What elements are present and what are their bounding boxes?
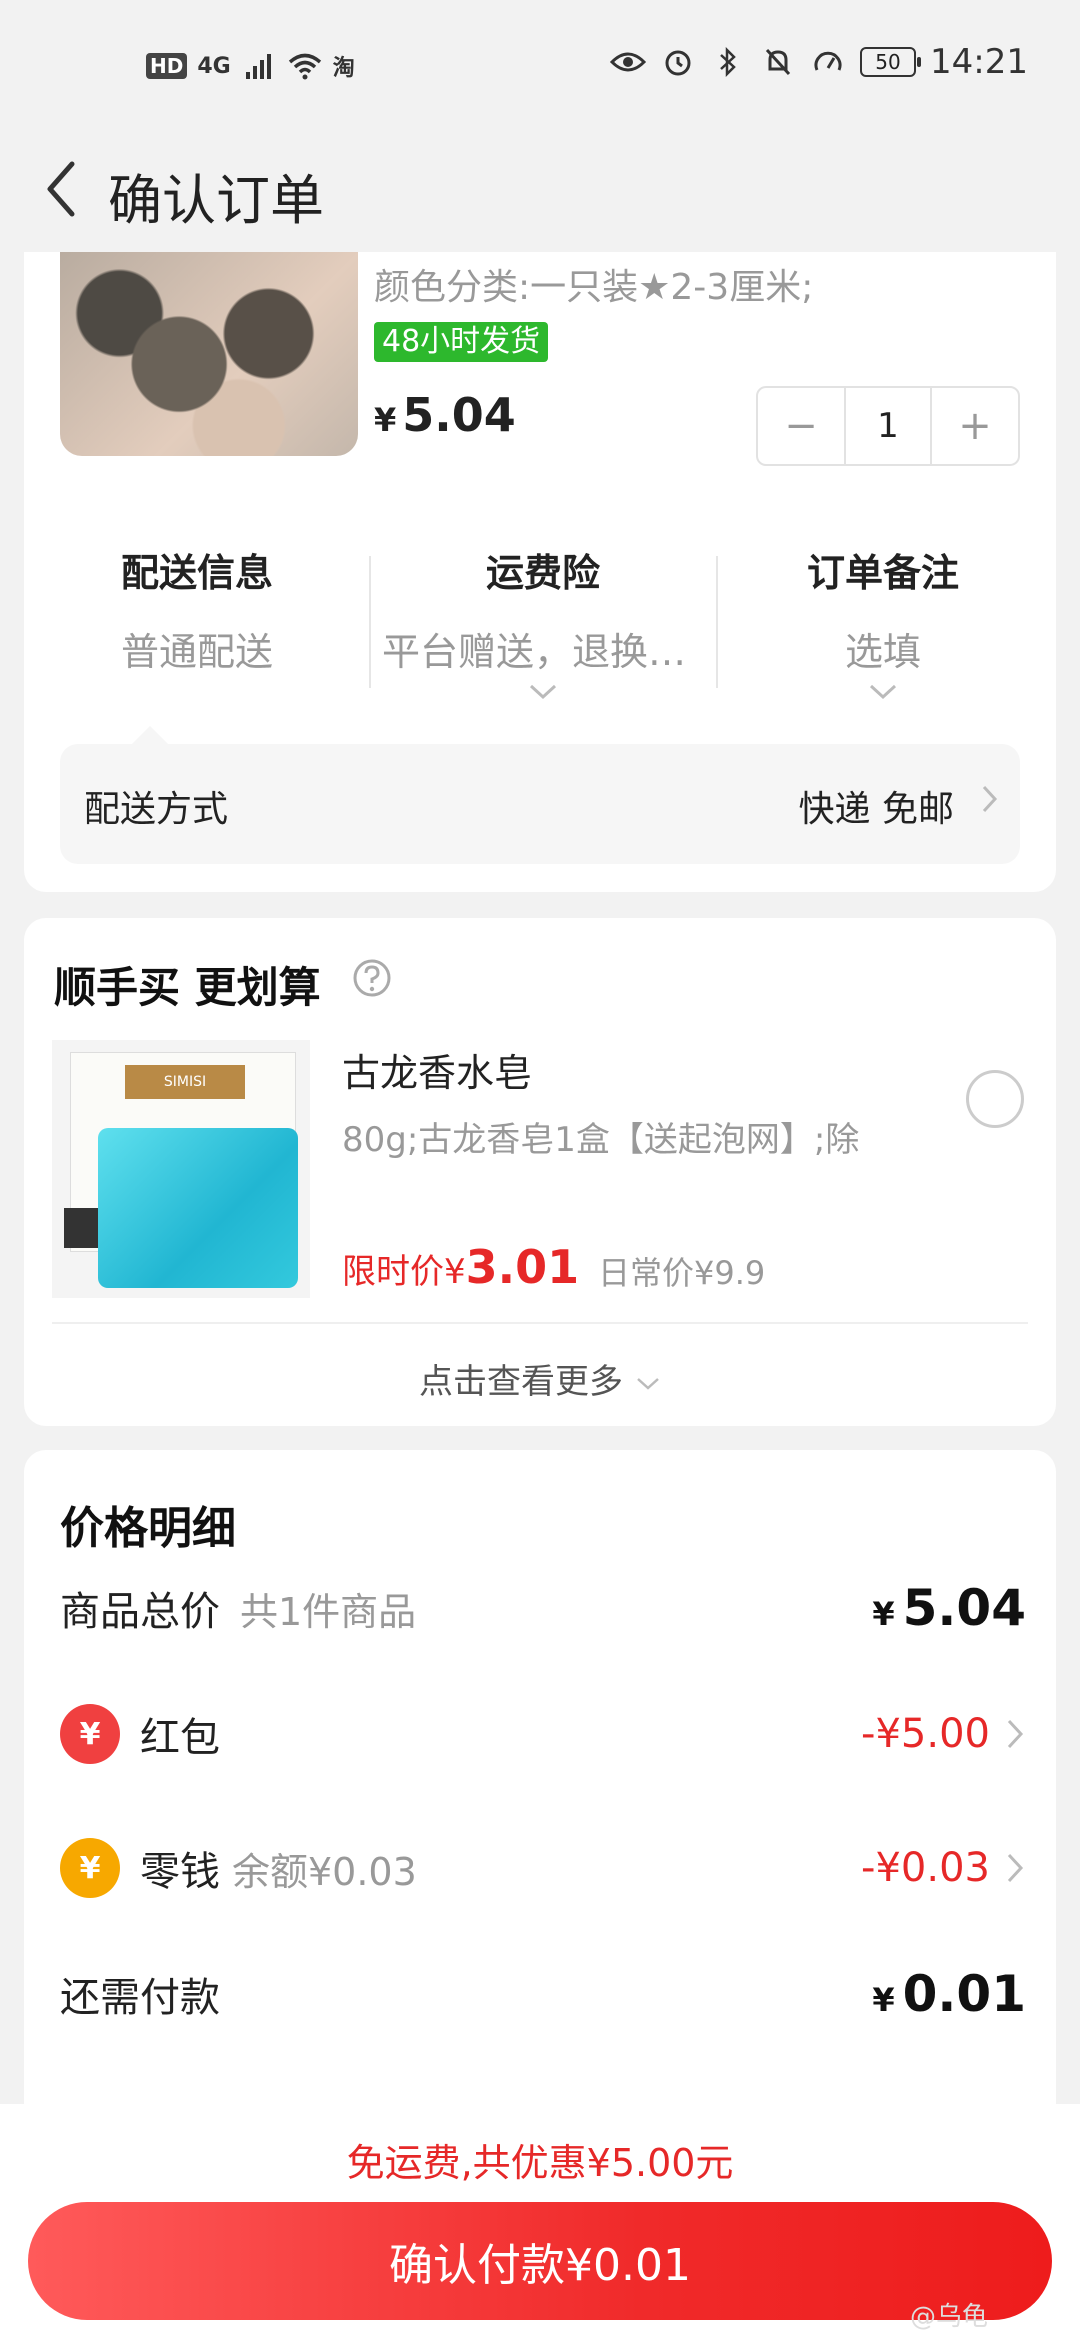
change-label: 零钱 — [140, 1849, 220, 1895]
decrease-button[interactable]: − — [758, 388, 844, 464]
soap-brand-label: SIMISI — [125, 1065, 245, 1099]
mute-bell-icon — [760, 44, 796, 80]
back-arrow-icon[interactable] — [44, 152, 94, 226]
chevron-right-icon — [980, 784, 998, 818]
increase-button[interactable]: + — [932, 388, 1018, 464]
change-row[interactable]: ¥ 零钱 余额¥0.03 -¥0.03 — [24, 1828, 1056, 1908]
change-amount: -¥0.03 — [861, 1828, 1026, 1908]
status-right: 50 14:21 — [610, 42, 1028, 82]
addon-product-name[interactable]: 古龙香水皂 — [342, 1042, 532, 1097]
addon-card: 顺手买 更划算 SIMISI 古龙香水皂 80g;古龙香皂1盒【送起泡网】;除 … — [24, 918, 1056, 1426]
due-label: 还需付款 — [60, 1975, 220, 2021]
clock: 14:21 — [930, 42, 1028, 82]
option-order-note[interactable]: 订单备注 选填 — [710, 542, 1056, 712]
yen-symbol: ¥ — [872, 1981, 895, 2019]
due-value: 0.01 — [902, 1965, 1026, 2023]
view-more-label: 点击查看更多 — [419, 1362, 623, 1402]
option-label: 配送信息 — [120, 551, 273, 595]
bluetooth-icon — [710, 44, 746, 80]
quantity-stepper: − 1 + — [756, 386, 1020, 466]
redpacket-label-group: ¥ 红包 — [60, 1694, 220, 1774]
eye-icon — [610, 44, 647, 80]
alarm-icon — [660, 44, 696, 80]
option-label: 订单备注 — [806, 551, 959, 595]
due-row: 还需付款 ¥0.01 — [24, 1954, 1056, 2034]
hd-indicator: HD — [146, 53, 188, 79]
addon-product-image[interactable]: SIMISI — [52, 1040, 310, 1298]
addon-select-radio[interactable] — [966, 1070, 1024, 1128]
delivery-method-label: 配送方式 — [84, 789, 229, 830]
status-left: HD 4G 淘 — [146, 48, 355, 84]
view-more-button[interactable]: 点击查看更多 — [24, 1354, 1056, 1403]
yen-symbol: ¥ — [374, 401, 397, 439]
status-bar: HD 4G 淘 50 14:21 — [0, 0, 1080, 130]
total-amount: ¥5.04 — [872, 1568, 1026, 1648]
option-value: 普通配送 — [120, 630, 273, 674]
taobao-status-icon: 淘 — [332, 56, 355, 81]
total-label-group: 商品总价 共1件商品 — [60, 1568, 416, 1648]
order-options: 配送信息 普通配送 运费险 平台赠送，退换货可... 订单备注 选填 — [24, 542, 1056, 700]
product-price: ¥5.04 — [374, 388, 516, 442]
daily-price: 日常价¥9.9 — [598, 1254, 766, 1292]
change-balance: 余额¥0.03 — [232, 1849, 417, 1894]
delivery-method-value: 快递 免邮 — [798, 789, 954, 830]
help-icon[interactable] — [352, 958, 392, 1002]
chevron-down-icon — [637, 1377, 659, 1390]
network-type: 4G — [197, 53, 231, 79]
saving-summary: 免运费,共优惠¥5.00元 — [346, 2141, 734, 2185]
chevron-down-icon — [710, 682, 1056, 712]
coin-icon: ¥ — [60, 1838, 120, 1898]
option-value: 平台赠送，退换货可... — [382, 630, 716, 674]
redpacket-value: -¥5.00 — [861, 1711, 990, 1757]
chevron-right-icon — [1007, 1719, 1024, 1749]
watermark: @乌龟 — [910, 2302, 989, 2332]
delivery-method-row[interactable]: 配送方式 快递 免邮 — [60, 726, 1020, 864]
speed-gauge-icon — [810, 44, 846, 80]
product-spec[interactable]: 颜色分类:一只装★2-3厘米; — [374, 258, 813, 310]
signal-icon — [241, 48, 277, 84]
change-label-group: ¥ 零钱 余额¥0.03 — [60, 1828, 417, 1908]
shipping-tag: 48小时发货 — [374, 322, 549, 362]
limited-price: 限时价¥3.01 — [342, 1240, 579, 1294]
soap-bar — [98, 1128, 298, 1288]
change-value: -¥0.03 — [861, 1845, 990, 1891]
redpacket-row[interactable]: ¥ 红包 -¥5.00 — [24, 1694, 1056, 1774]
addon-product-desc: 80g;古龙香皂1盒【送起泡网】;除 — [342, 1120, 860, 1160]
red-packet-icon: ¥ — [60, 1704, 120, 1764]
option-label: 运费险 — [485, 551, 600, 595]
product-card: 颜色分类:一只装★2-3厘米; 48小时发货 ¥5.04 − 1 + 配送信息 … — [24, 252, 1056, 892]
total-label: 商品总价 — [60, 1589, 220, 1635]
wifi-icon — [287, 48, 323, 84]
price-detail-card: 价格明细 商品总价 共1件商品 ¥5.04 ¥ 红包 -¥5.00 ¥ 零钱 余… — [24, 1450, 1056, 2140]
total-sub: 共1件商品 — [240, 1589, 417, 1634]
redpacket-label: 红包 — [140, 1715, 220, 1761]
product-image[interactable] — [60, 252, 358, 456]
chevron-down-icon — [370, 682, 716, 712]
yen-symbol: ¥ — [872, 1595, 895, 1633]
quantity-value[interactable]: 1 — [844, 388, 932, 464]
option-delivery-info[interactable]: 配送信息 普通配送 — [24, 542, 370, 676]
total-row: 商品总价 共1件商品 ¥5.04 — [24, 1568, 1056, 1648]
chevron-right-icon — [1007, 1853, 1024, 1883]
page-title: 确认订单 — [108, 169, 324, 232]
confirm-pay-button[interactable]: 确认付款¥0.01 — [28, 2202, 1052, 2320]
limited-price-value: 3.01 — [465, 1240, 580, 1294]
option-shipping-insurance[interactable]: 运费险 平台赠送，退换货可... — [370, 542, 716, 712]
limited-price-label: 限时价¥ — [342, 1252, 466, 1292]
price-detail-title: 价格明细 — [60, 1503, 236, 1554]
divider — [52, 1322, 1028, 1324]
redpacket-amount: -¥5.00 — [861, 1694, 1026, 1774]
option-value: 选填 — [844, 630, 921, 674]
product-price-value: 5.04 — [402, 388, 516, 442]
due-amount: ¥0.01 — [872, 1954, 1026, 2034]
addon-title: 顺手买 更划算 — [54, 963, 321, 1012]
total-value: 5.04 — [902, 1579, 1026, 1637]
nav-header: 确认订单 — [0, 130, 1080, 250]
battery-icon: 50 — [860, 47, 922, 77]
